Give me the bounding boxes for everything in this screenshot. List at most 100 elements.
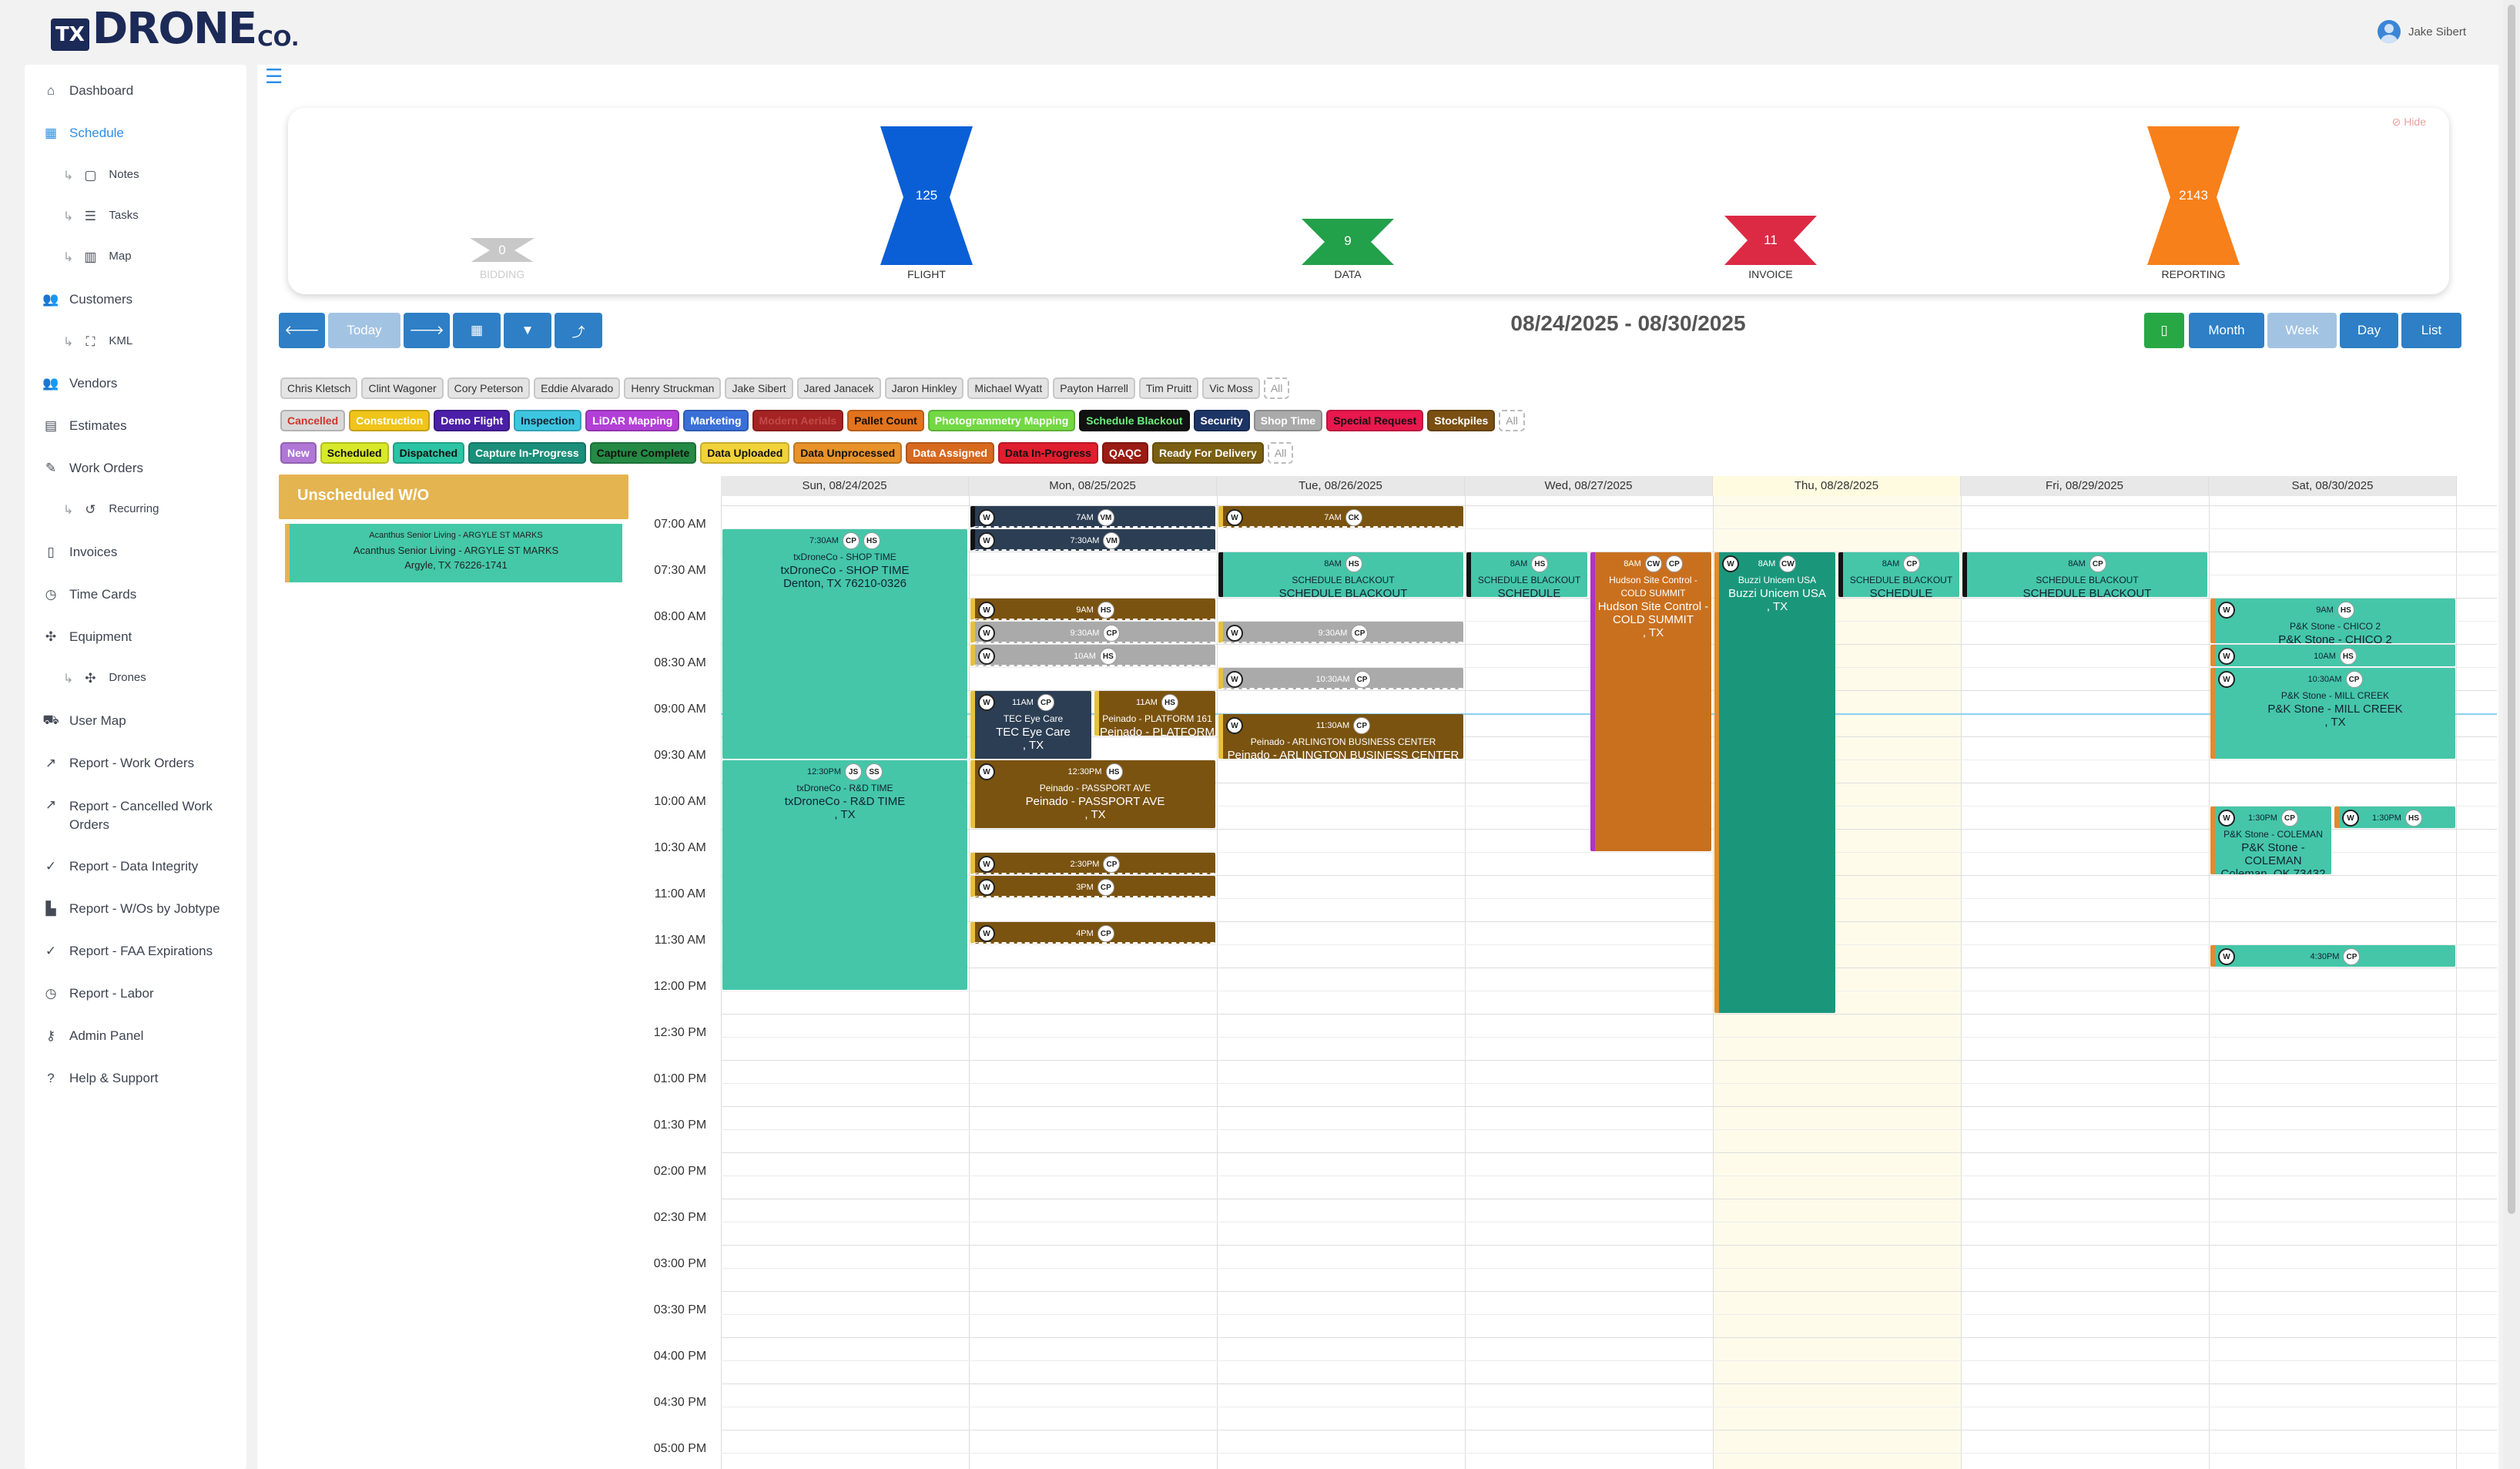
tech-filter-chip[interactable]: Cory Peterson — [447, 377, 531, 399]
sidebar-item-recurring[interactable]: ↳ ↺ Recurring — [63, 502, 263, 518]
week-view-button[interactable]: Week — [2267, 313, 2337, 348]
unscheduled-work-order[interactable]: Acanthus Senior Living - ARGYLE ST MARKS… — [285, 524, 622, 582]
day-header[interactable]: Mon, 08/25/2025 — [969, 476, 1217, 496]
tech-badge[interactable]: CP — [2089, 555, 2106, 572]
sidebar-item-drones[interactable]: ↳ ✣ Drones — [63, 671, 263, 686]
sidebar-item-report-cancelled[interactable]: ↗ Report - Cancelled Work Orders — [43, 797, 243, 834]
sidebar-item-time-cards[interactable]: ◷ Time Cards — [43, 587, 243, 602]
stat-bidding[interactable]: 0 BIDDING — [441, 108, 564, 294]
route-button[interactable]: ⤴ — [555, 313, 602, 348]
calendar-event[interactable]: W 12:30PM HS Peinado - PASSPORT AVE Peinado … — [970, 760, 1215, 828]
calendar-event[interactable]: W10:30AMCPHBA - METRO CUSTOM PLASTICSHBA… — [1218, 668, 1463, 689]
sidebar-item-report-jobtype[interactable]: ▙ Report - W/Os by Jobtype — [43, 901, 243, 917]
jobtype-filter-chip[interactable]: Schedule Blackout — [1079, 410, 1190, 431]
tech-badge[interactable]: CW — [1644, 555, 1662, 572]
sidebar-item-map[interactable]: ↳ ▥ Map — [63, 250, 263, 265]
tech-badge[interactable]: CP — [1097, 925, 1114, 942]
calendar-event[interactable]: W 8AM CW Buzzi Unicem USA Buzzi Unicem USA, … — [1714, 552, 1835, 1013]
calendar-event[interactable]: 8AMCPSCHEDULE BLACKOUTSCHEDULE BLACKOUT,… — [1838, 552, 1959, 597]
calendar-event[interactable]: W4PMCPPeinado - TARRANT TRADE CENTERPein… — [970, 922, 1215, 944]
status-filter-chip[interactable]: Scheduled — [320, 442, 389, 464]
jobtype-filter-chip[interactable]: Stockpiles — [1427, 410, 1496, 431]
tech-filter-chip[interactable]: Jake Sibert — [725, 377, 793, 399]
calendar-event[interactable]: W4:30PMCPReynolds - ARNAReynolds - ARNA — [2210, 945, 2455, 967]
jobtype-filter-chip[interactable]: Inspection — [514, 410, 582, 431]
sidebar-item-help[interactable]: ? Help & Support — [43, 1071, 243, 1086]
day-header[interactable]: Sun, 08/24/2025 — [721, 476, 969, 496]
sidebar-item-report-labor[interactable]: ◷ Report - Labor — [43, 986, 243, 1001]
tech-filter-chip[interactable]: Michael Wyatt — [967, 377, 1050, 399]
calendar-event[interactable]: W10AMHSP&K Stone - CHICOP&K Stone - CHIC… — [2210, 645, 2455, 666]
calendar-event[interactable]: W9:30AMCPCamera Wings - HIGHLAND OAKSCam… — [1218, 622, 1463, 643]
tech-filter-chip[interactable]: Chris Kletsch — [280, 377, 358, 399]
tech-badge[interactable]: CP — [1903, 555, 1921, 572]
hide-stats-button[interactable]: ⊘ Hide — [2392, 116, 2426, 129]
list-view-button[interactable]: List — [2401, 313, 2461, 348]
tech-badge[interactable]: HS — [1345, 555, 1362, 572]
prev-week-button[interactable]: 🡐 — [279, 313, 325, 348]
tech-badge[interactable]: CP — [1665, 555, 1683, 572]
tech-badge[interactable]: CP — [842, 532, 860, 549]
jobtype-filter-chip[interactable]: Security — [1193, 410, 1250, 431]
sidebar-item-invoices[interactable]: ▯ Invoices — [43, 545, 243, 560]
tech-badge[interactable]: HS — [1531, 555, 1549, 572]
export-button[interactable]: ▯ — [2144, 313, 2184, 348]
calendar-event[interactable]: 7:30AM CP HS txDroneCo - SHOP TIME txDroneCo… — [722, 529, 967, 759]
calendar-event[interactable]: W 9AM HS P&K Stone - CHICO 2 P&K Stone - CHI… — [2210, 599, 2455, 643]
tech-filter-chip[interactable]: Payton Harrell — [1053, 377, 1135, 399]
tech-badge[interactable]: JS — [845, 763, 863, 780]
calendar-event[interactable]: W9:30AMCPYates ConstructionYates Constru… — [970, 622, 1215, 643]
tech-badge[interactable]: CW — [1779, 555, 1797, 572]
calendar-event[interactable]: 12:30PM JS SS txDroneCo - R&D TIME txDroneCo… — [722, 760, 967, 990]
calendar-event[interactable]: W 11AM CP TEC Eye Care TEC Eye Care, TX — [970, 691, 1091, 759]
jobtype-filter-chip[interactable]: Demo Flight — [434, 410, 511, 431]
day-header[interactable]: Sat, 08/30/2025 — [2209, 476, 2457, 496]
tech-badge[interactable]: SS — [866, 763, 883, 780]
page-scrollbar[interactable] — [2503, 0, 2520, 1469]
jobtype-filter-chip[interactable]: Photogrammetry Mapping — [927, 410, 1076, 431]
tech-badge[interactable]: VM — [1103, 532, 1121, 549]
calendar-event[interactable]: W2:30PMCPPeinado - ASCENDANT I35 PH IIPe… — [970, 853, 1215, 874]
day-header[interactable]: Wed, 08/27/2025 — [1465, 476, 1713, 496]
stat-flight[interactable]: 125 FLIGHT — [865, 108, 988, 294]
calendar-event[interactable]: W 1:30PM CP P&K Stone - COLEMAN P&K Stone - … — [2210, 807, 2331, 874]
tech-badge[interactable]: CP — [1103, 625, 1121, 642]
calendar-event[interactable]: W1:30PMHSP&K Stone - WAXAHACHIEP&K Stone — [2334, 807, 2455, 828]
tech-badge[interactable]: VM — [1097, 509, 1114, 526]
sidebar-item-equipment[interactable]: ✣ Equipment — [43, 629, 243, 645]
tech-badge[interactable]: CP — [2343, 948, 2361, 965]
tech-badge[interactable]: CP — [2345, 671, 2363, 688]
filter-button[interactable]: ▼ — [504, 313, 551, 348]
status-filter-chip[interactable]: Data Assigned — [906, 442, 994, 464]
day-header[interactable]: Tue, 08/26/2025 — [1217, 476, 1465, 496]
next-week-button[interactable]: 🡒 — [404, 313, 450, 348]
sidebar-item-admin-panel[interactable]: ⚷ Admin Panel — [43, 1028, 243, 1044]
jobtype-filter-chip[interactable]: Modern Aerials — [752, 410, 844, 431]
status-filter-chip[interactable]: Data Uploaded — [700, 442, 790, 464]
jobtype-filter-chip[interactable]: LiDAR Mapping — [585, 410, 680, 431]
tech-filter-chip[interactable]: Eddie Alvarado — [534, 377, 621, 399]
stat-reporting[interactable]: 2143 REPORTING — [2132, 108, 2255, 294]
tech-badge[interactable]: HS — [1099, 648, 1117, 665]
sidebar-item-kml[interactable]: ↳ ⛶ KML — [63, 334, 263, 350]
tech-badge[interactable]: CP — [1353, 671, 1371, 688]
status-filter-chip[interactable]: Capture Complete — [589, 442, 697, 464]
tech-filter-all[interactable]: All — [1263, 377, 1290, 399]
tech-badge[interactable]: HS — [2337, 602, 2354, 619]
jobtype-filter-chip[interactable]: Shop Time — [1253, 410, 1323, 431]
calendar-event[interactable]: 11AM HS Peinado - PLATFORM 161 Peinado - PL… — [1094, 691, 1215, 736]
jobtype-filter-chip[interactable]: Special Request — [1326, 410, 1424, 431]
scrollbar-thumb[interactable] — [2508, 5, 2515, 1214]
sidebar-item-dashboard[interactable]: ⌂ Dashboard — [43, 83, 243, 99]
jobtype-filter-chip[interactable]: Pallet Count — [847, 410, 924, 431]
tech-filter-chip[interactable]: Jaron Hinkley — [884, 377, 964, 399]
day-header[interactable]: Fri, 08/29/2025 — [1961, 476, 2209, 496]
tech-badge[interactable]: CP — [1351, 625, 1369, 642]
tech-filter-chip[interactable]: Vic Moss — [1202, 377, 1260, 399]
status-filter-chip[interactable]: Capture In-Progress — [468, 442, 586, 464]
sidebar-item-vendors[interactable]: 👥 Vendors — [42, 376, 243, 391]
calendar-event[interactable]: 8AM CW CP Hudson Site Control - COLD SUMMIT… — [1590, 552, 1711, 851]
calendar-event[interactable]: W 10:30AM CP P&K Stone - MILL CREEK P&K Ston… — [2210, 668, 2455, 759]
calendar-event[interactable]: 8AMHSSCHEDULE BLACKOUTSCHEDULE BLACKOUT,… — [1218, 552, 1463, 597]
jobtype-filter-chip[interactable]: Construction — [349, 410, 431, 431]
